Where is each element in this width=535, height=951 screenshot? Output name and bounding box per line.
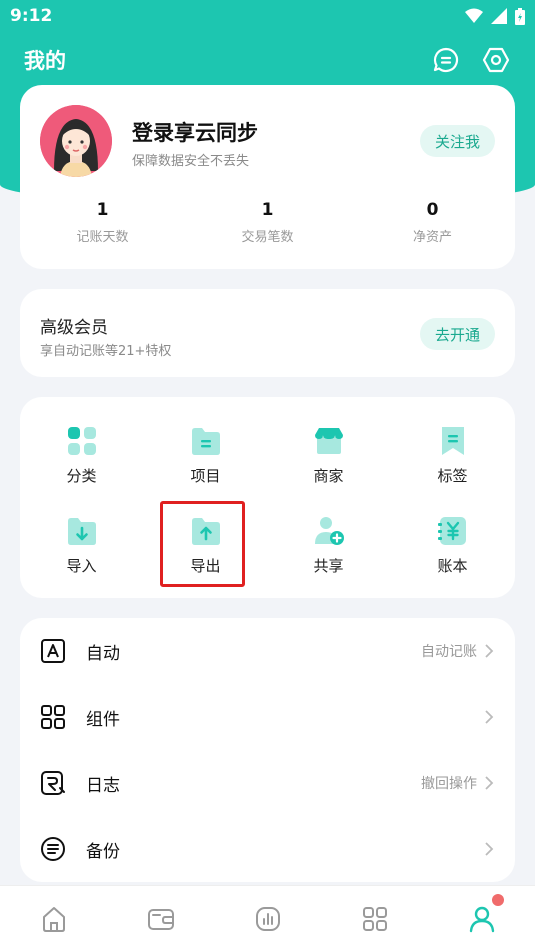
- stats-row: 1 记账天数 1 交易笔数 0 净资产: [20, 200, 515, 245]
- list-item-label: 组件: [86, 709, 120, 730]
- settings-icon: [482, 47, 510, 73]
- grid-item-tag[interactable]: 标签: [391, 417, 514, 497]
- stat-net-assets[interactable]: 0 净资产: [350, 200, 515, 245]
- top-bar: 我的: [0, 40, 535, 80]
- import-folder-icon: [67, 518, 96, 545]
- list-item-label: 自动: [86, 643, 120, 664]
- grid-item-label: 共享: [313, 557, 344, 575]
- home-icon: [42, 906, 65, 932]
- settings-list: 自动 自动记账 组件 日志 撤回操作 备份: [20, 618, 515, 882]
- grid-item-project[interactable]: 项目: [144, 417, 267, 497]
- chevron-right-icon: [485, 776, 494, 790]
- auto-icon: [41, 639, 65, 663]
- profile-card: 登录享云同步 保障数据安全不丢失 关注我 1 记账天数 1 交易笔数 0 净资产: [20, 85, 515, 269]
- list-item-label: 备份: [86, 841, 120, 862]
- list-item-log[interactable]: 日志 撤回操作: [20, 750, 515, 816]
- chevron-right-icon: [485, 710, 494, 724]
- tab-stats[interactable]: [214, 886, 321, 951]
- grid-item-label: 标签: [437, 467, 468, 485]
- vip-open-button[interactable]: 去开通: [419, 318, 495, 350]
- login-title[interactable]: 登录享云同步: [132, 117, 258, 147]
- page-title: 我的: [24, 49, 66, 73]
- grid-item-label: 项目: [190, 467, 221, 485]
- status-icons: [465, 7, 525, 25]
- grid-item-label: 分类: [66, 467, 97, 485]
- follow-button[interactable]: 关注我: [419, 125, 495, 157]
- list-item-widgets[interactable]: 组件: [20, 684, 515, 750]
- login-subtitle: 保障数据安全不丢失: [132, 154, 250, 169]
- stat-value: 1: [96, 200, 109, 220]
- backup-icon: [41, 837, 65, 861]
- wifi-icon: [465, 8, 483, 23]
- avatar-girl-icon: [40, 105, 112, 177]
- vip-title: 高级会员: [40, 318, 108, 338]
- stat-label: 交易笔数: [241, 230, 294, 245]
- grid-item-share[interactable]: 共享: [267, 507, 390, 587]
- stats-icon: [255, 906, 280, 931]
- ledger-icon: [437, 517, 466, 545]
- project-folder-icon: [191, 428, 220, 455]
- chevron-right-icon: [485, 842, 494, 856]
- battery-icon: [515, 7, 525, 25]
- status-time: 9:12: [10, 6, 53, 26]
- bottom-tab-bar: [0, 885, 535, 951]
- grid-item-label: 商家: [313, 467, 344, 485]
- grid-item-label: 导入: [66, 557, 97, 575]
- grid-item-label: 账本: [437, 557, 468, 575]
- message-icon: [433, 47, 459, 73]
- message-button[interactable]: [431, 45, 461, 75]
- stat-value: 1: [261, 200, 274, 220]
- grid-item-store[interactable]: 商家: [267, 417, 390, 497]
- notification-badge: [492, 894, 504, 906]
- category-icon: [67, 427, 96, 455]
- stat-value: 0: [426, 200, 439, 220]
- settings-button[interactable]: [481, 45, 511, 75]
- widgets-icon: [41, 705, 65, 729]
- share-user-icon: [314, 517, 344, 545]
- grid-item-ledger[interactable]: 账本: [391, 507, 514, 587]
- tab-apps[interactable]: [321, 886, 428, 951]
- list-item-auto[interactable]: 自动 自动记账: [20, 618, 515, 684]
- grid-item-category[interactable]: 分类: [20, 417, 143, 497]
- status-bar: 9:12: [0, 0, 535, 32]
- stat-label: 净资产: [412, 230, 452, 245]
- log-icon: [41, 771, 65, 795]
- tab-home[interactable]: [0, 886, 107, 951]
- feature-grid: 分类 项目 商家 标签 导入 导出 共享 账本: [20, 397, 515, 598]
- store-icon: [314, 428, 343, 454]
- tab-profile[interactable]: [428, 886, 535, 951]
- list-item-label: 日志: [86, 775, 120, 796]
- chevron-right-icon: [485, 644, 494, 658]
- apps-icon: [362, 906, 387, 931]
- grid-item-import[interactable]: 导入: [20, 507, 143, 587]
- signal-icon: [491, 8, 507, 24]
- export-highlight-box: [160, 501, 245, 587]
- wallet-icon: [147, 908, 174, 930]
- list-item-hint: 自动记账: [421, 644, 477, 660]
- tab-wallet[interactable]: [107, 886, 214, 951]
- stat-label: 记账天数: [76, 230, 129, 245]
- list-item-hint: 撤回操作: [421, 776, 477, 792]
- tag-bookmark-icon: [441, 427, 464, 455]
- profile-icon: [469, 906, 494, 932]
- vip-subtitle: 享自动记账等21+特权: [40, 344, 172, 359]
- list-item-backup[interactable]: 备份: [20, 816, 515, 882]
- stat-days[interactable]: 1 记账天数: [20, 200, 185, 245]
- vip-card[interactable]: 高级会员 享自动记账等21+特权 去开通: [20, 289, 515, 377]
- stat-transactions[interactable]: 1 交易笔数: [185, 200, 350, 245]
- avatar[interactable]: [40, 105, 112, 177]
